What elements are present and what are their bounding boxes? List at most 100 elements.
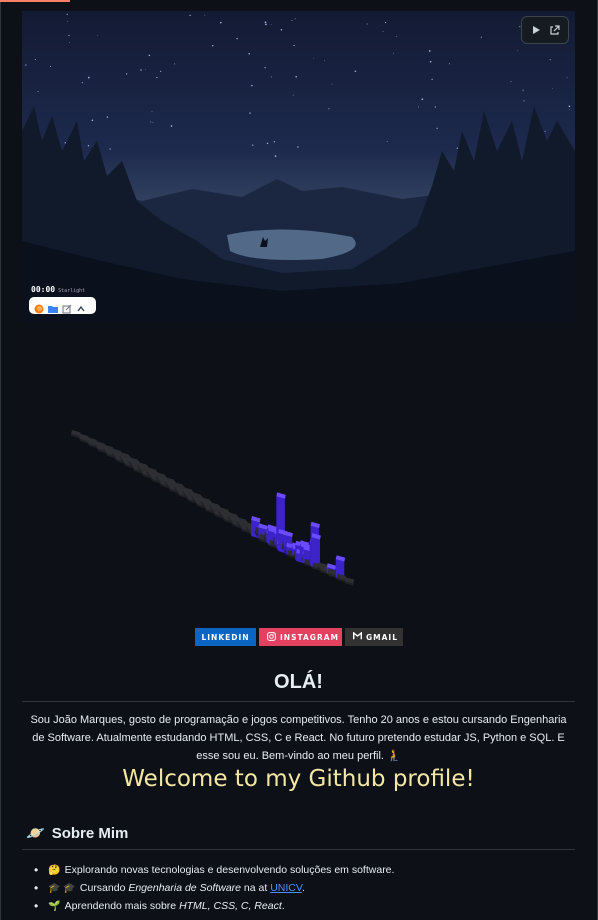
star [366, 23, 368, 25]
star [510, 81, 512, 83]
star [140, 69, 142, 71]
star [297, 146, 299, 148]
divider [22, 849, 575, 850]
star [87, 145, 90, 147]
gmail-icon [353, 631, 362, 642]
list-item-text: Cursando Engenharia de Software na at UN… [80, 882, 305, 894]
star [249, 112, 251, 114]
linkedin-badge-label: LINKEDIN [201, 632, 250, 642]
star [522, 89, 524, 91]
about-title: Sobre Mim [51, 824, 129, 842]
about-heading: 🪐 Sobre Mim [26, 824, 129, 843]
star [50, 65, 52, 67]
gmail-badge[interactable]: GMAIL [345, 628, 403, 646]
list-text-prefix: Aprendendo mais sobre [64, 900, 180, 912]
star [265, 23, 267, 26]
play-icon[interactable] [528, 22, 544, 38]
social-badges: LINKEDIN INSTAGRAM GMAIL [0, 628, 598, 646]
list-text-suffix: . [281, 900, 285, 912]
star [354, 70, 357, 73]
star [569, 109, 571, 111]
instagram-badge-label: INSTAGRAM [280, 632, 340, 642]
star [421, 98, 424, 101]
star [523, 100, 525, 102]
planet-icon: 🪐 [26, 825, 45, 842]
star [456, 147, 459, 149]
gmail-badge-label: GMAIL [366, 632, 398, 642]
chevron-up-icon[interactable] [76, 301, 86, 311]
star [252, 144, 254, 146]
star [480, 35, 482, 37]
star [385, 21, 387, 24]
star [251, 84, 253, 87]
video-controls [521, 16, 569, 44]
star [293, 44, 295, 47]
edit-icon[interactable] [62, 301, 72, 313]
star [393, 52, 394, 54]
star [204, 14, 206, 16]
list-text-suffix: . [301, 882, 305, 894]
star [291, 20, 293, 22]
star [324, 60, 325, 61]
star [159, 70, 162, 72]
list-text-middle: na at [241, 882, 271, 894]
star [294, 18, 296, 20]
clock-label: Starlight [58, 288, 86, 294]
star [480, 37, 482, 39]
star [549, 59, 551, 61]
star [386, 140, 388, 142]
star [69, 42, 70, 43]
list-item-text: Aprendendo mais sobre HTML, CSS, C, Reac… [65, 900, 285, 912]
star [295, 76, 298, 78]
linkedin-badge[interactable]: LINKEDIN [195, 628, 256, 646]
star [517, 50, 518, 52]
star [150, 121, 152, 123]
clock-time: 00:00 [31, 285, 56, 294]
star [280, 29, 283, 31]
star [418, 106, 419, 108]
star [270, 24, 272, 25]
star [429, 60, 432, 63]
folder-icon[interactable] [48, 301, 58, 313]
tab-accent-bar [0, 0, 70, 2]
star [568, 105, 571, 108]
list-item: 🎓 🎓 Cursando Engenharia de Software na a… [34, 879, 394, 897]
greeting-heading: OLÁ! [274, 671, 323, 693]
star [544, 130, 546, 132]
star [34, 58, 36, 61]
firefox-icon[interactable] [34, 301, 44, 313]
star [264, 66, 266, 69]
list-item: 🤔 Explorando novas tecnologias e desenvo… [34, 861, 394, 879]
bio-paragraph: Sou João Marques, gosto de programação e… [30, 714, 567, 762]
star [170, 125, 173, 127]
star [431, 78, 433, 81]
star [25, 64, 27, 66]
unicv-link[interactable]: UNICV [270, 882, 302, 894]
star [189, 14, 191, 17]
star [270, 76, 272, 78]
clock-widget: 00:00 Starlight [31, 285, 85, 294]
star [37, 91, 39, 92]
star [274, 155, 277, 157]
star [68, 34, 70, 37]
star [64, 142, 67, 144]
instagram-badge[interactable]: INSTAGRAM [259, 628, 342, 646]
welcome-heading: Welcome to my Github profile! [122, 766, 475, 792]
app-dock [29, 297, 96, 314]
star [91, 119, 94, 122]
about-list: 🤔 Explorando novas tecnologias e desenvo… [34, 861, 394, 915]
topics-list: HTML, CSS, C, React [179, 900, 282, 912]
thinking-icon: 🤔 [48, 864, 61, 876]
star [266, 142, 269, 145]
star [248, 52, 250, 55]
external-link-icon[interactable] [547, 22, 563, 38]
star [87, 76, 90, 79]
star [382, 30, 384, 32]
star [313, 57, 315, 59]
star [151, 111, 153, 113]
list-item: 🌱 Aprendendo mais sobre HTML, CSS, C, Re… [34, 897, 394, 915]
star [236, 37, 238, 40]
video-banner[interactable]: 00:00 Starlight [22, 11, 575, 323]
seedling-icon: 🌱 [48, 900, 61, 912]
star [106, 116, 109, 118]
